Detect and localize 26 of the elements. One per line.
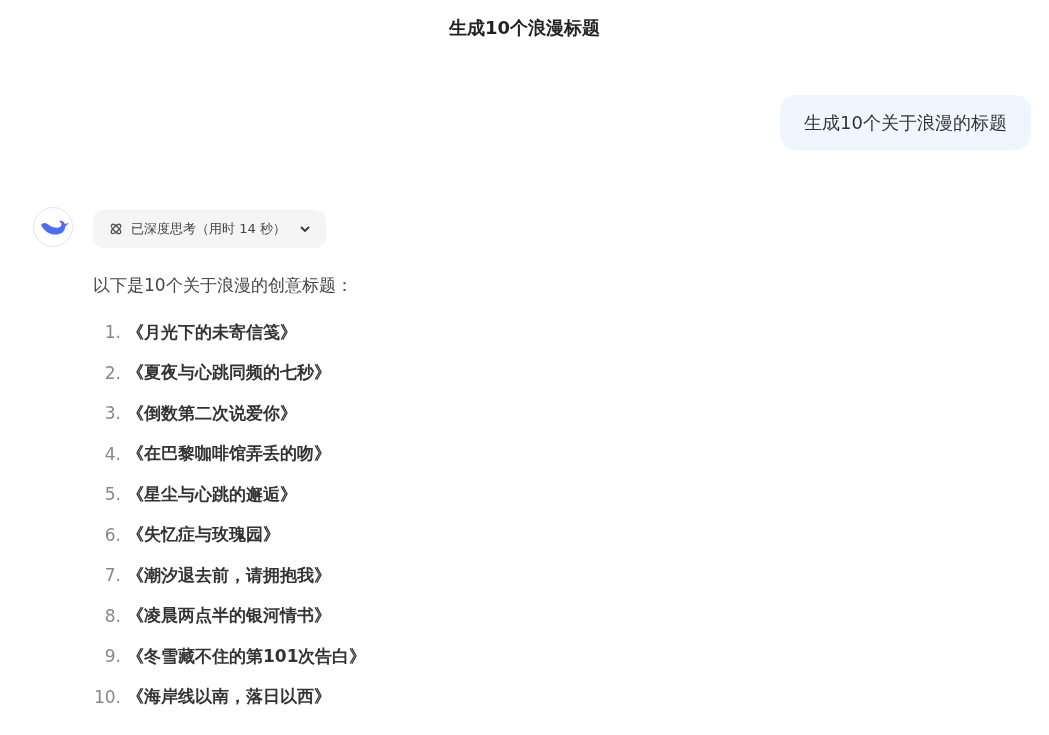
list-number: 8. [103, 605, 121, 626]
thinking-toggle[interactable]: 已深度思考（用时 14 秒） [93, 210, 326, 248]
whale-avatar-icon [33, 207, 73, 247]
title-item: 《凌晨两点半的银河情书》 [127, 604, 331, 628]
list-number: 10. [92, 686, 121, 707]
title-item: 《失忆症与玫瑰园》 [127, 523, 280, 547]
user-message: 生成10个关于浪漫的标题 [780, 95, 1031, 150]
title-item: 《星尘与心跳的邂逅》 [127, 482, 297, 506]
title-item: 《月光下的未寄信笺》 [127, 320, 297, 344]
list-number: 9. [103, 646, 121, 667]
list-number: 7. [103, 565, 121, 586]
title-item: 《潮汐退去前，请拥抱我》 [127, 563, 331, 587]
title-item: 《倒数第二次说爱你》 [127, 401, 297, 425]
list-number: 6. [103, 524, 121, 545]
atom-icon [109, 222, 123, 236]
title-item: 《夏夜与心跳同频的七秒》 [127, 361, 331, 385]
title-item: 《海岸线以南，落日以西》 [127, 685, 331, 709]
list-number: 3. [103, 403, 121, 424]
title-item: 《冬雪藏不住的第101次告白》 [127, 644, 367, 668]
list-number: 1. [103, 322, 121, 343]
list-number: 2. [103, 362, 121, 383]
list-number: 5. [103, 484, 121, 505]
intro-text: 以下是10个关于浪漫的创意标题： [93, 274, 354, 297]
list-number: 4. [103, 443, 121, 464]
chat-title: 生成10个浪漫标题 [447, 16, 602, 40]
title-item: 《在巴黎咖啡馆弄丢的吻》 [127, 442, 331, 466]
